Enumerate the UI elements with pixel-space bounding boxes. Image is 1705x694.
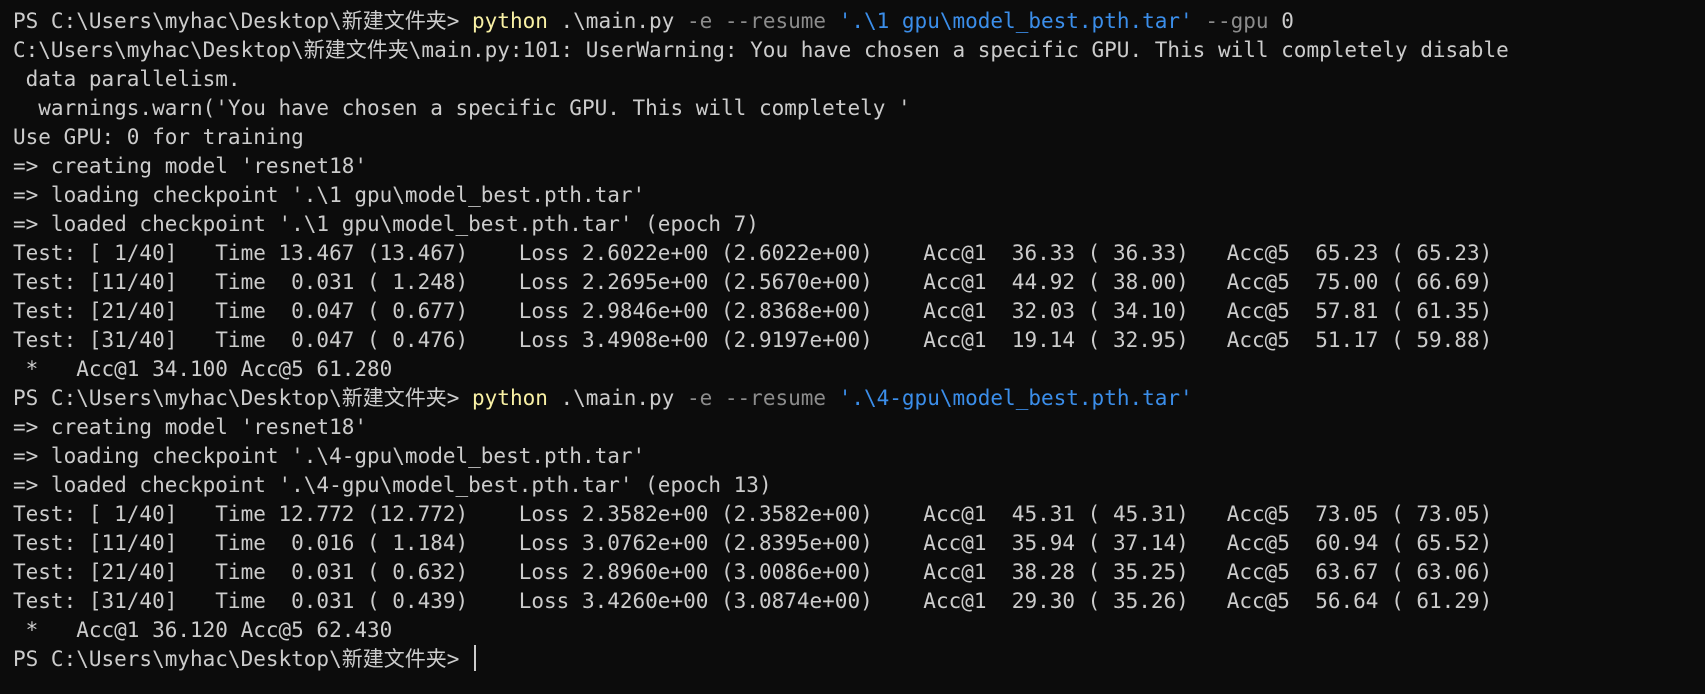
output-line: Test: [21/40] Time 0.047 ( 0.677) Loss 2… xyxy=(13,299,1493,323)
prompt: PS C:\Users\myhac\Desktop\新建文件夹> xyxy=(13,9,473,33)
output-line: Test: [ 1/40] Time 12.772 (12.772) Loss … xyxy=(13,502,1493,526)
command-flag: --gpu xyxy=(1192,9,1282,33)
output-line: * Acc@1 36.120 Acc@5 62.430 xyxy=(13,618,393,642)
output-line: Test: [ 1/40] Time 13.467 (13.467) Loss … xyxy=(13,241,1493,265)
output-line: Test: [31/40] Time 0.047 ( 0.476) Loss 3… xyxy=(13,328,1493,352)
output-line: Test: [31/40] Time 0.031 ( 0.439) Loss 3… xyxy=(13,589,1493,613)
output-line: Test: [11/40] Time 0.016 ( 1.184) Loss 3… xyxy=(13,531,1493,555)
text-cursor xyxy=(474,645,477,671)
command-script: .\main.py xyxy=(547,386,687,410)
output-line: Use GPU: 0 for training xyxy=(13,125,304,149)
command-flag: --resume xyxy=(712,386,839,410)
output-line: => loading checkpoint '.\4-gpu\model_bes… xyxy=(13,444,646,468)
output-line: Test: [21/40] Time 0.031 ( 0.632) Loss 2… xyxy=(13,560,1493,584)
output-line: => creating model 'resnet18' xyxy=(13,415,368,439)
command-path-argument: '.\4-gpu\model_best.pth.tar' xyxy=(838,386,1193,410)
output-line: => creating model 'resnet18' xyxy=(13,154,368,178)
output-line: * Acc@1 34.100 Acc@5 61.280 xyxy=(13,357,393,381)
terminal-window[interactable]: PS C:\Users\myhac\Desktop\新建文件夹> python … xyxy=(0,0,1705,694)
command-script: .\main.py xyxy=(547,9,687,33)
output-line: => loaded checkpoint '.\4-gpu\model_best… xyxy=(13,473,772,497)
output-line: => loading checkpoint '.\1 gpu\model_bes… xyxy=(13,183,646,207)
output-line: warnings.warn('You have chosen a specifi… xyxy=(13,96,911,120)
command-flag: -e xyxy=(686,386,713,410)
command-path-argument: '.\1 gpu\model_best.pth.tar' xyxy=(838,9,1193,33)
command-line: PS C:\Users\myhac\Desktop\新建文件夹> python … xyxy=(13,7,1705,36)
command-executable: python xyxy=(472,9,548,33)
output-line: => loaded checkpoint '.\1 gpu\model_best… xyxy=(13,212,759,236)
output-line: C:\Users\myhac\Desktop\新建文件夹\main.py:101… xyxy=(13,38,1509,62)
output-line: Test: [11/40] Time 0.031 ( 1.248) Loss 2… xyxy=(13,270,1493,294)
current-prompt-line[interactable]: PS C:\Users\myhac\Desktop\新建文件夹> xyxy=(13,645,1705,674)
command-flag: --resume xyxy=(712,9,839,33)
prompt: PS C:\Users\myhac\Desktop\新建文件夹> xyxy=(13,386,473,410)
command-line: PS C:\Users\myhac\Desktop\新建文件夹> python … xyxy=(13,384,1705,413)
output-line: data parallelism. xyxy=(13,67,241,91)
command-flag: -e xyxy=(686,9,713,33)
prompt: PS C:\Users\myhac\Desktop\新建文件夹> xyxy=(13,647,473,671)
command-executable: python xyxy=(472,386,548,410)
command-gpu-value: 0 xyxy=(1281,9,1294,33)
